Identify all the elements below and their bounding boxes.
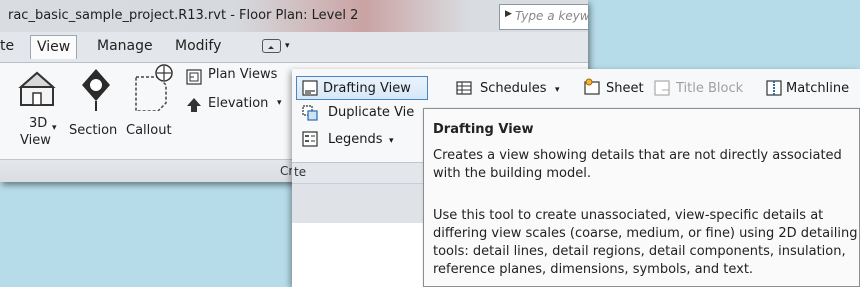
tooltip-description-line: with the building model. xyxy=(433,166,591,181)
tab-modify[interactable]: Modify xyxy=(175,38,221,54)
plan-views-icon[interactable] xyxy=(186,69,202,85)
drafting-view-tooltip: Drafting View Creates a view showing det… xyxy=(423,108,860,287)
tooltip-usage-line: reference planes, dimensions, symbols, a… xyxy=(433,262,754,277)
duplicate-view-button[interactable]: Duplicate Vie xyxy=(328,101,414,125)
matchline-icon[interactable] xyxy=(765,79,783,97)
dropdown-arrow-icon[interactable]: ▾ xyxy=(285,41,290,51)
duplicate-view-icon[interactable] xyxy=(302,105,318,121)
callout-label[interactable]: Callout xyxy=(126,123,172,138)
schedules-icon[interactable] xyxy=(456,81,472,95)
3d-view-house-icon[interactable] xyxy=(16,69,58,111)
3d-view-label-2[interactable]: View xyxy=(20,133,51,148)
plan-views-button[interactable]: Plan Views xyxy=(208,67,277,82)
title-bar: rac_basic_sample_project.R13.rvt - Floor… xyxy=(0,0,588,32)
elevation-icon[interactable] xyxy=(186,97,202,113)
panel-label-fragment: te xyxy=(294,165,307,179)
window-title: rac_basic_sample_project.R13.rvt - Floor… xyxy=(8,8,359,23)
sheet-button[interactable]: Sheet xyxy=(606,77,644,101)
search-input[interactable]: ▶ Type a keyw xyxy=(499,4,588,30)
drafting-view-label: Drafting View xyxy=(323,81,411,96)
legends-dropdown-icon[interactable]: ▾ xyxy=(389,129,394,153)
schedules-dropdown-icon[interactable]: ▾ xyxy=(555,78,560,102)
expand-arrow-icon[interactable]: ▶ xyxy=(505,9,512,19)
3d-view-dropdown-icon[interactable]: ▾ xyxy=(52,123,57,133)
tooltip-usage-line: tools: detail lines, detail regions, det… xyxy=(433,244,846,259)
panel-toggle-icon[interactable] xyxy=(262,39,281,53)
tab-view[interactable]: View xyxy=(30,35,78,59)
search-placeholder: Type a keyw xyxy=(515,9,588,23)
tooltip-title: Drafting View xyxy=(433,122,534,137)
schedules-button[interactable]: Schedules xyxy=(480,77,547,101)
title-block-icon xyxy=(654,80,670,96)
tooltip-description-line: Creates a view showing details that are … xyxy=(433,148,842,163)
3d-view-label-1[interactable]: 3D xyxy=(29,116,47,131)
tab-manage[interactable]: Manage xyxy=(97,38,153,54)
sheet-icon[interactable] xyxy=(583,78,601,96)
ribbon-tab-bar: te View Manage Modify ▾ xyxy=(0,32,588,63)
legends-icon[interactable] xyxy=(302,131,318,147)
tooltip-usage-line: differing view scales (coarse, medium, o… xyxy=(433,226,858,241)
section-icon[interactable] xyxy=(76,67,116,111)
legends-button[interactable]: Legends xyxy=(328,128,383,152)
tab-annotate-partial[interactable]: te xyxy=(0,38,14,54)
elevation-dropdown-icon[interactable]: ▾ xyxy=(277,98,282,108)
elevation-button[interactable]: Elevation xyxy=(208,96,268,111)
matchline-button[interactable]: Matchline xyxy=(786,77,849,101)
drafting-view-icon xyxy=(302,80,318,96)
drafting-view-button[interactable]: Drafting View xyxy=(296,76,428,100)
title-block-button: Title Block xyxy=(676,81,744,96)
callout-icon[interactable] xyxy=(128,63,176,111)
tooltip-usage-line: Use this tool to create unassociated, vi… xyxy=(433,208,824,223)
section-label[interactable]: Section xyxy=(69,123,117,138)
